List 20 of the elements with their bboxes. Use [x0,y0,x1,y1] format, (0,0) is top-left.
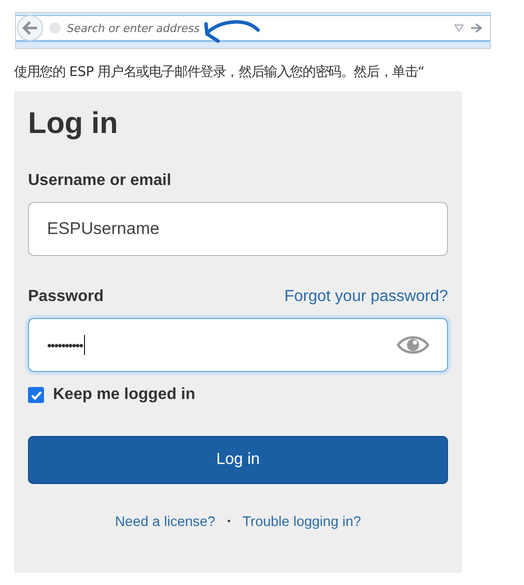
username-label: Username or email [28,172,172,190]
password-label: Password [28,288,104,306]
need-license-link[interactable]: Need a license? [114,513,216,529]
instruction-text: 使用您的 ESP 用户名或电子邮件登录，然后输入您的密码。然后，单击“ [14,64,426,81]
login-title: Log in [28,107,119,141]
back-arrow-icon [22,21,38,35]
keep-logged-in-label: Keep me logged in [53,386,196,404]
separator-dot: • [227,516,230,526]
forgot-password-link[interactable]: Forgot your password? [284,288,448,306]
go-arrow-icon[interactable] [470,23,482,33]
keep-logged-in-checkbox[interactable] [28,387,44,403]
arrow-annotation-icon [202,18,260,44]
back-button[interactable] [17,15,43,41]
login-button[interactable]: Log in [28,436,448,484]
address-field[interactable]: Search or enter address [67,22,200,34]
username-field[interactable]: ESPUsername [28,202,448,256]
dropdown-icon[interactable] [454,24,464,32]
trouble-logging-in-link[interactable]: Trouble logging in? [242,513,362,529]
password-field[interactable]: •••••••••• [28,318,448,372]
eye-icon[interactable] [397,334,429,356]
